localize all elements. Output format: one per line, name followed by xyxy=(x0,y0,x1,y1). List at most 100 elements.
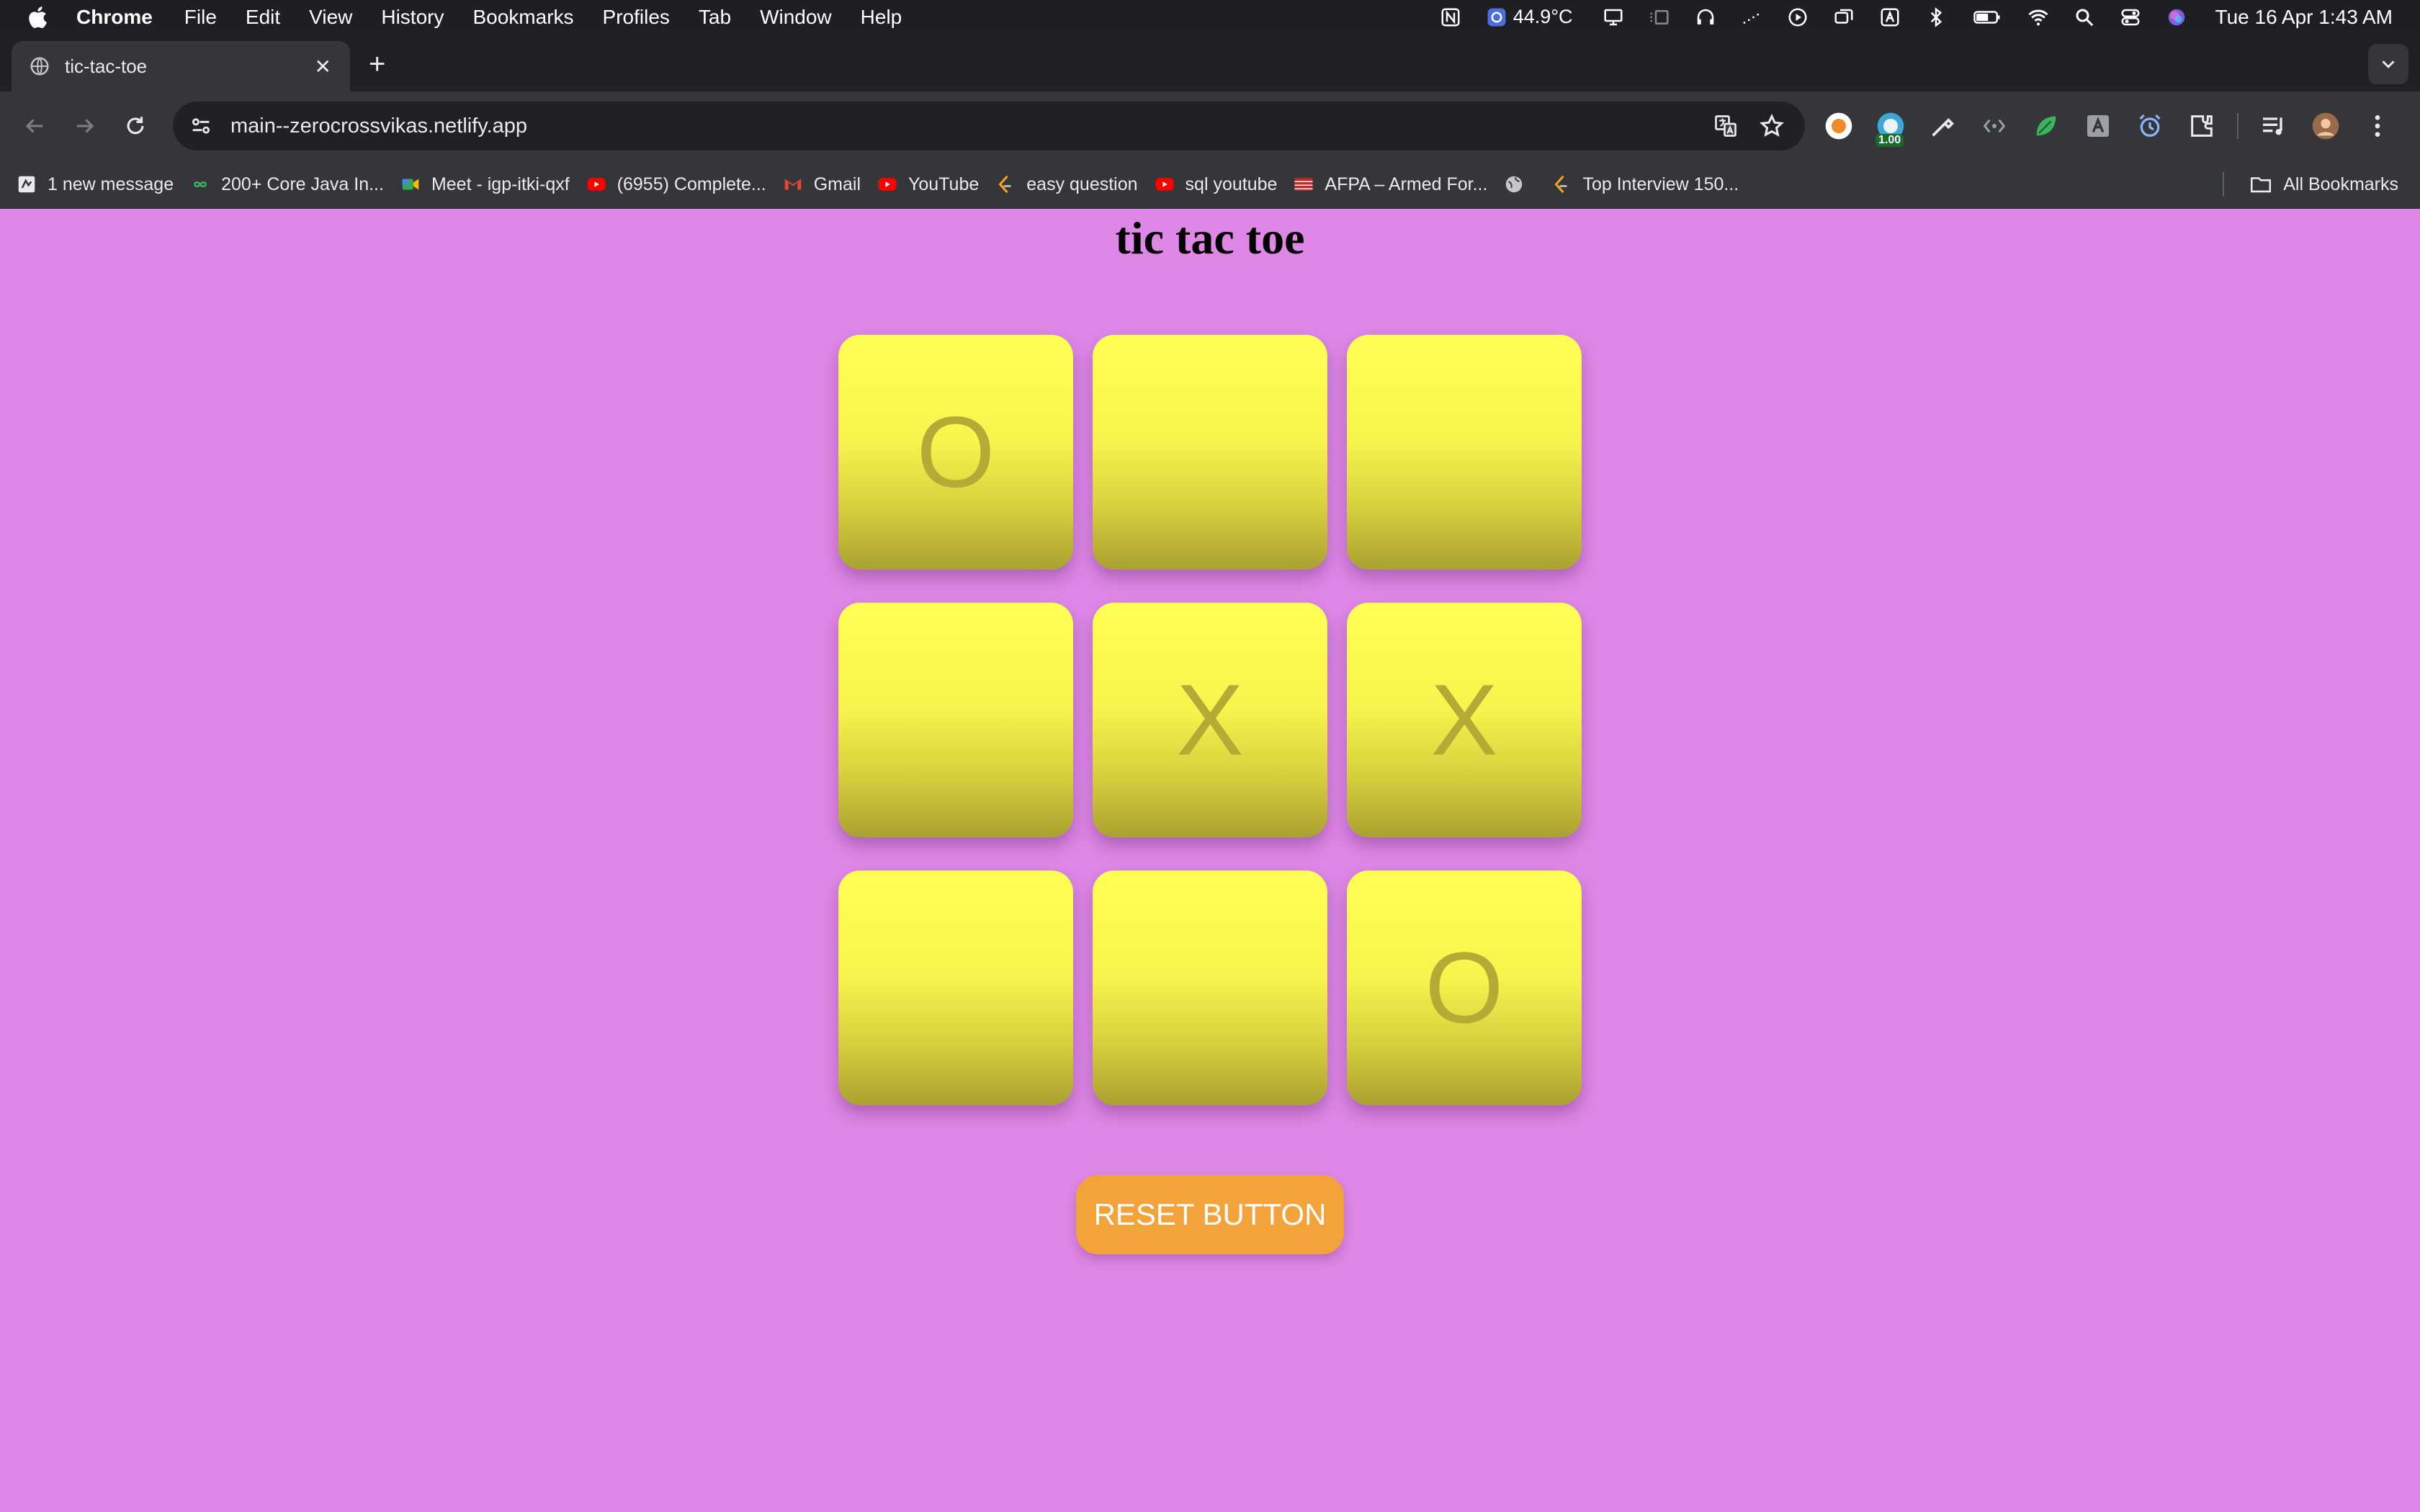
menu-file[interactable]: File xyxy=(184,6,217,29)
menu-app-chrome[interactable]: Chrome xyxy=(76,6,153,29)
bookmark-item[interactable] xyxy=(1503,174,1535,195)
stage-manager-icon[interactable] xyxy=(1649,6,1670,28)
bookmark-label: (6955) Complete... xyxy=(617,174,766,194)
bookmark-star-icon[interactable] xyxy=(1759,113,1785,139)
arrow-left-icon xyxy=(25,119,43,133)
globe-icon xyxy=(30,57,49,76)
reading-list-icon[interactable] xyxy=(2257,109,2290,143)
tab-tic-tac-toe[interactable]: tic-tac-toe ✕ xyxy=(12,41,350,91)
bookmark-label: sql youtube xyxy=(1185,174,1278,194)
board-cell-2[interactable] xyxy=(1093,335,1327,570)
bookmark-item[interactable]: easy question xyxy=(995,174,1138,195)
reload-icon xyxy=(127,117,144,135)
browser-tab-strip: tic-tac-toe ✕ + xyxy=(0,34,2420,91)
youtube-icon xyxy=(1154,174,1175,195)
new-tab-plus-icon[interactable]: + xyxy=(369,48,385,80)
bookmark-label: YouTube xyxy=(908,174,980,194)
bookmark-item[interactable]: 200+ Core Java In... xyxy=(189,174,384,195)
extension-alarm-icon[interactable] xyxy=(2133,109,2166,143)
infinity-icon xyxy=(189,174,211,195)
bookmark-item[interactable]: 1 new message xyxy=(16,174,174,195)
tab-search-button[interactable] xyxy=(2368,44,2408,84)
bookmarks-bar: 1 new message 200+ Core Java In... Meet … xyxy=(0,161,2420,209)
extensions-area: 1.00 xyxy=(1822,109,2413,147)
menu-bookmarks[interactable]: Bookmarks xyxy=(472,6,573,29)
extension-eyedropper-icon[interactable] xyxy=(1926,109,1959,143)
menu-bar-status-area: 44.9°C Tue 16 Apr 1:43 AM xyxy=(1428,0,2420,34)
tab-title: tic-tac-toe xyxy=(65,55,148,77)
reload-button[interactable] xyxy=(121,112,150,140)
bookmark-item[interactable]: sql youtube xyxy=(1154,174,1278,195)
all-bookmarks-button[interactable]: All Bookmarks xyxy=(2223,161,2398,208)
reset-button[interactable]: RESET BUTTON xyxy=(1076,1175,1344,1254)
extension-font-icon[interactable] xyxy=(2081,109,2115,143)
siri-icon[interactable] xyxy=(2166,6,2187,28)
extension-code-icon[interactable] xyxy=(1978,109,2011,143)
play-icon[interactable] xyxy=(1787,6,1809,28)
menu-help[interactable]: Help xyxy=(861,6,902,29)
board-cell-8[interactable] xyxy=(1093,870,1327,1105)
headphones-icon[interactable] xyxy=(1695,6,1716,28)
wifi-icon[interactable] xyxy=(2027,6,2049,28)
menu-profiles[interactable]: Profiles xyxy=(603,6,670,29)
bookmark-item[interactable]: Gmail xyxy=(782,174,861,195)
afpa-icon xyxy=(1293,174,1314,195)
bookmark-label: AFPA – Armed For... xyxy=(1325,174,1488,194)
menu-bar-clock[interactable]: Tue 16 Apr 1:43 AM xyxy=(2215,6,2393,29)
board-cell-1[interactable]: O xyxy=(838,335,1073,570)
board-cell-7[interactable] xyxy=(838,870,1073,1105)
folder-icon xyxy=(2249,172,2273,197)
profile-avatar[interactable] xyxy=(2309,109,2342,143)
windows-icon[interactable] xyxy=(1833,6,1855,28)
spotlight-search-icon[interactable] xyxy=(2074,6,2095,28)
notification-icon xyxy=(16,174,37,195)
notion-icon[interactable] xyxy=(1440,6,1461,28)
site-info-icon[interactable] xyxy=(189,114,213,138)
menu-edit[interactable]: Edit xyxy=(246,6,280,29)
toolbar-divider xyxy=(2237,113,2238,139)
activity-graph-icon[interactable] xyxy=(1741,6,1762,28)
menu-history[interactable]: History xyxy=(381,6,444,29)
bluetooth-icon[interactable] xyxy=(1925,6,1947,28)
translate-icon[interactable] xyxy=(1713,113,1739,139)
browser-toolbar: main--zerocrossvikas.netlify.app 1.00 xyxy=(0,91,2420,161)
address-bar[interactable]: main--zerocrossvikas.netlify.app xyxy=(173,102,1805,150)
youtube-icon xyxy=(586,174,607,195)
bookmark-item[interactable]: Top Interview 150... xyxy=(1551,174,1739,195)
menu-tab[interactable]: Tab xyxy=(699,6,731,29)
globe-icon xyxy=(1503,174,1525,195)
back-button[interactable] xyxy=(20,112,49,140)
bookmark-item[interactable]: Meet - igp-itki-qxf xyxy=(400,174,570,195)
display-icon[interactable] xyxy=(1603,6,1624,28)
gmail-icon xyxy=(782,174,804,195)
extension-speed-icon[interactable]: 1.00 xyxy=(1874,109,1907,147)
forward-button[interactable] xyxy=(71,112,99,140)
bookmarks-divider xyxy=(2223,172,2225,197)
game-board: O X X O xyxy=(838,335,1582,1105)
apple-logo-icon[interactable] xyxy=(26,4,52,30)
bookmark-item[interactable]: AFPA – Armed For... xyxy=(1293,174,1487,195)
close-tab-icon[interactable]: ✕ xyxy=(315,55,331,78)
menu-window[interactable]: Window xyxy=(760,6,832,29)
menu-view[interactable]: View xyxy=(309,6,352,29)
board-cell-4[interactable] xyxy=(838,603,1073,837)
input-source-icon[interactable] xyxy=(1879,6,1901,28)
arrow-right-icon xyxy=(76,119,94,133)
extension-leaf-icon[interactable] xyxy=(2030,109,2063,143)
extensions-puzzle-icon[interactable] xyxy=(2185,109,2218,143)
board-cell-3[interactable] xyxy=(1347,335,1582,570)
bookmark-item[interactable]: (6955) Complete... xyxy=(586,174,766,195)
board-cell-5[interactable]: X xyxy=(1093,603,1327,837)
bookmark-item[interactable]: YouTube xyxy=(877,174,979,195)
control-center-icon[interactable] xyxy=(2120,6,2141,28)
board-cell-6[interactable]: X xyxy=(1347,603,1582,837)
battery-icon[interactable] xyxy=(1971,6,2003,28)
leetcode-icon xyxy=(995,174,1016,195)
extension-honey-icon[interactable] xyxy=(1822,109,1855,143)
board-cell-9[interactable]: O xyxy=(1347,870,1582,1105)
chrome-menu-icon[interactable] xyxy=(2361,109,2394,143)
all-bookmarks-label: All Bookmarks xyxy=(2283,174,2398,194)
cpu-temperature-icon[interactable] xyxy=(1486,6,1507,28)
bookmark-label: Meet - igp-itki-qxf xyxy=(431,174,570,194)
page-title: tic tac toe xyxy=(1115,212,1305,264)
